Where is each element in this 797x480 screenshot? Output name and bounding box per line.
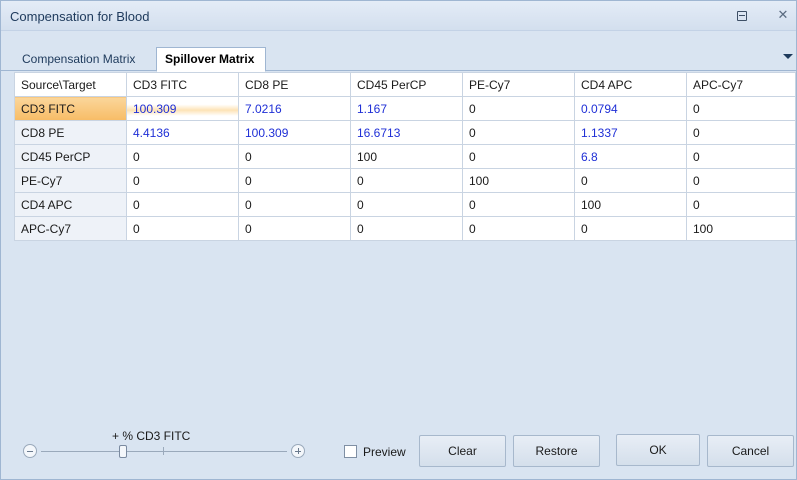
tab-spillover-matrix[interactable]: Spillover Matrix bbox=[156, 47, 266, 72]
matrix-cell[interactable]: 0 bbox=[238, 192, 351, 217]
table-row: PE-Cy7 0 0 0 100 0 0 bbox=[14, 168, 796, 193]
matrix-cell[interactable]: 0 bbox=[462, 144, 575, 169]
corner-header: Source\Target bbox=[14, 72, 127, 97]
window-title: Compensation for Blood bbox=[10, 9, 150, 24]
column-header[interactable]: CD4 APC bbox=[574, 72, 687, 97]
matrix-cell[interactable]: 0.0794 bbox=[574, 96, 687, 121]
matrix-cell[interactable]: 0 bbox=[238, 144, 351, 169]
column-header[interactable]: APC-Cy7 bbox=[686, 72, 796, 97]
matrix-cell[interactable]: 7.0216 bbox=[238, 96, 351, 121]
matrix-cell[interactable]: 0 bbox=[350, 192, 463, 217]
matrix-cell[interactable]: 0 bbox=[574, 216, 687, 241]
cancel-button[interactable]: Cancel bbox=[707, 435, 794, 467]
compensation-window: Compensation for Blood ✕ Compensation Ma… bbox=[0, 0, 797, 480]
matrix-cell[interactable]: 6.8 bbox=[574, 144, 687, 169]
row-header[interactable]: APC-Cy7 bbox=[14, 216, 127, 241]
matrix-cell[interactable]: 0 bbox=[350, 168, 463, 193]
matrix-cell[interactable]: 0 bbox=[238, 216, 351, 241]
matrix-cell[interactable]: 0 bbox=[238, 168, 351, 193]
close-icon[interactable]: ✕ bbox=[776, 7, 790, 23]
row-header[interactable]: CD8 PE bbox=[14, 120, 127, 145]
matrix-cell[interactable]: 0 bbox=[462, 120, 575, 145]
header-row: Source\Target CD3 FITC CD8 PE CD45 PerCP… bbox=[14, 72, 796, 97]
row-header[interactable]: CD45 PerCP bbox=[14, 144, 127, 169]
matrix-cell[interactable]: 0 bbox=[686, 168, 796, 193]
matrix-cell[interactable]: 0 bbox=[574, 168, 687, 193]
column-header[interactable]: PE-Cy7 bbox=[462, 72, 575, 97]
slider-track[interactable] bbox=[41, 451, 287, 452]
matrix-cell[interactable]: 0 bbox=[462, 216, 575, 241]
table-row: CD45 PerCP 0 0 100 0 6.8 0 bbox=[14, 144, 796, 169]
table-row: APC-Cy7 0 0 0 0 0 100 bbox=[14, 216, 796, 241]
matrix-cell[interactable]: 1.1337 bbox=[574, 120, 687, 145]
matrix-cell[interactable]: 0 bbox=[686, 192, 796, 217]
matrix-cell[interactable]: 1.167 bbox=[350, 96, 463, 121]
preview-checkbox[interactable] bbox=[344, 445, 357, 458]
table-row: CD4 APC 0 0 0 0 100 0 bbox=[14, 192, 796, 217]
plus-circle-icon[interactable] bbox=[291, 444, 305, 458]
matrix-cell[interactable]: 0 bbox=[350, 216, 463, 241]
column-header[interactable]: CD8 PE bbox=[238, 72, 351, 97]
matrix-cell[interactable]: 100 bbox=[574, 192, 687, 217]
matrix-cell[interactable]: 16.6713 bbox=[350, 120, 463, 145]
matrix-cell[interactable]: 100.309 bbox=[238, 120, 351, 145]
matrix-cell[interactable]: 100 bbox=[462, 168, 575, 193]
spillover-matrix-grid: Source\Target CD3 FITC CD8 PE CD45 PerCP… bbox=[14, 72, 796, 241]
tab-strip: Compensation Matrix Spillover Matrix bbox=[1, 41, 796, 72]
slider-center-tick bbox=[163, 447, 164, 455]
matrix-cell[interactable]: 100 bbox=[686, 216, 796, 241]
minus-circle-icon[interactable] bbox=[23, 444, 37, 458]
preview-label[interactable]: Preview bbox=[363, 445, 406, 459]
title-bar: Compensation for Blood ✕ bbox=[1, 1, 796, 31]
matrix-cell[interactable]: 0 bbox=[462, 96, 575, 121]
table-row: CD3 FITC 100.309 7.0216 1.167 0 0.0794 0 bbox=[14, 96, 796, 121]
restore-button[interactable]: Restore bbox=[513, 435, 600, 467]
tab-list-dropdown-icon[interactable] bbox=[783, 54, 793, 59]
matrix-cell[interactable]: 4.4136 bbox=[126, 120, 239, 145]
matrix-cell[interactable]: 100 bbox=[350, 144, 463, 169]
matrix-cell[interactable]: 0 bbox=[126, 168, 239, 193]
ok-button[interactable]: OK bbox=[616, 434, 700, 466]
matrix-cell[interactable]: 0 bbox=[126, 144, 239, 169]
matrix-cell[interactable]: 0 bbox=[686, 96, 796, 121]
clear-button[interactable]: Clear bbox=[419, 435, 506, 467]
matrix-cell[interactable]: 0 bbox=[686, 144, 796, 169]
table-row: CD8 PE 4.4136 100.309 16.6713 0 1.1337 0 bbox=[14, 120, 796, 145]
row-header[interactable]: CD4 APC bbox=[14, 192, 127, 217]
tab-compensation-matrix[interactable]: Compensation Matrix bbox=[14, 48, 159, 72]
row-header[interactable]: CD3 FITC bbox=[14, 96, 127, 121]
restore-window-icon[interactable] bbox=[736, 10, 748, 22]
column-header[interactable]: CD45 PerCP bbox=[350, 72, 463, 97]
slider-thumb[interactable] bbox=[119, 445, 127, 458]
row-header[interactable]: PE-Cy7 bbox=[14, 168, 127, 193]
matrix-cell[interactable]: 0 bbox=[126, 216, 239, 241]
column-header[interactable]: CD3 FITC bbox=[126, 72, 239, 97]
matrix-cell[interactable]: 0 bbox=[126, 192, 239, 217]
slider-label: + % CD3 FITC bbox=[112, 429, 191, 443]
matrix-cell[interactable]: 0 bbox=[686, 120, 796, 145]
matrix-cell[interactable]: 100.309 bbox=[126, 96, 239, 121]
matrix-cell[interactable]: 0 bbox=[462, 192, 575, 217]
